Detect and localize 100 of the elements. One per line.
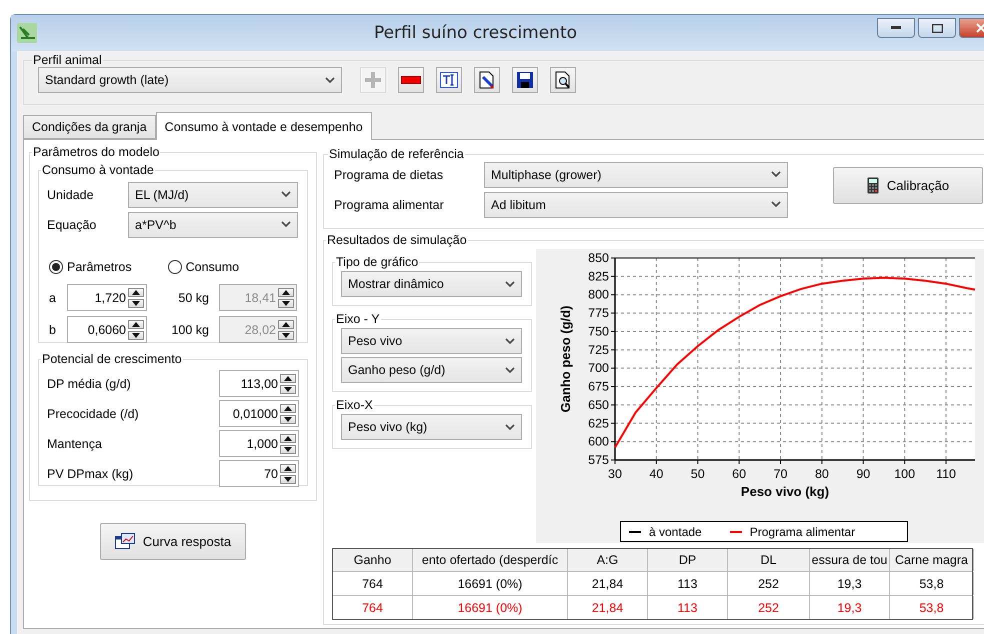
dropdown[interactable]: Ad libitum — [484, 192, 788, 218]
tab[interactable]: Consumo à vontade e desempenho — [156, 112, 372, 140]
group-title: Consumo à vontade — [41, 163, 155, 177]
table-cell: 19,3 — [810, 596, 890, 619]
tick-label: 80 — [814, 467, 829, 481]
plus-icon — [364, 71, 382, 89]
field-label: Equação — [47, 218, 98, 232]
field-label: Mantença — [47, 436, 103, 450]
tick-label: 60 — [732, 467, 746, 481]
app-icon — [17, 23, 37, 43]
tick-label: 600 — [588, 434, 609, 449]
window-title: Perfil suíno crescimento — [372, 23, 578, 43]
field-label: Unidade — [47, 188, 95, 202]
tick-label: 90 — [856, 467, 870, 481]
minus-icon — [401, 76, 421, 84]
close-icon — [976, 23, 984, 33]
tick-label: 725 — [588, 342, 609, 357]
tick-label: 800 — [588, 288, 609, 302]
legend-item: Programa alimentar — [730, 524, 856, 538]
tick-label: 850 — [588, 251, 609, 265]
group-title: Tipo de gráfico — [335, 255, 420, 269]
tick-label: 625 — [588, 416, 609, 430]
group-title: Perfil animal — [32, 53, 103, 67]
field-label: Programa de dietas — [334, 168, 444, 182]
group-title: Eixo-X — [335, 398, 374, 412]
table-cell: 113 — [648, 596, 728, 619]
number-field[interactable]: 113,00 — [219, 370, 299, 397]
tick-label: 30 — [608, 467, 622, 481]
chevron-icon — [325, 76, 335, 84]
text-cursor-icon — [440, 72, 458, 88]
field-label: b — [48, 322, 57, 336]
dropdown[interactable]: Ganho peso (g/d) — [341, 357, 522, 383]
tick-label: 40 — [649, 467, 664, 481]
tick-label: 575 — [588, 453, 609, 467]
tick-label: 750 — [588, 324, 609, 338]
radio-button[interactable]: Consumo — [168, 260, 240, 274]
spin-buttons[interactable] — [128, 320, 144, 340]
tick-label: 650 — [588, 398, 609, 412]
tick-label: 100 — [894, 467, 916, 481]
table-cell: 21,84 — [568, 596, 648, 619]
toolbar-button[interactable] — [436, 67, 462, 93]
legend-item: à vontade — [629, 524, 702, 538]
field-label: 100 kg — [170, 322, 210, 336]
document-pencil-icon — [479, 71, 495, 89]
field-label: a — [48, 290, 57, 304]
radio-button[interactable]: Parâmetros — [49, 260, 132, 274]
group-title: Parâmetros do modelo — [32, 145, 160, 159]
chevron-icon — [505, 366, 515, 374]
spin-buttons[interactable] — [128, 288, 144, 308]
tick-label: 775 — [588, 306, 609, 320]
spin-buttons[interactable] — [280, 434, 296, 454]
field-label: DP média (g/d) — [47, 376, 132, 390]
table-cell: 252 — [728, 596, 810, 619]
dropdown[interactable]: Peso vivo (kg) — [341, 414, 522, 440]
chevron-icon — [505, 424, 515, 430]
maximize-button[interactable] — [918, 18, 956, 38]
spin-buttons[interactable] — [280, 404, 296, 424]
calculator-icon — [866, 177, 879, 194]
axis-title: Peso vivo (kg) — [740, 484, 830, 499]
calibration-button[interactable]: Calibração — [833, 167, 983, 204]
table-cell: 16691 (0%) — [413, 596, 568, 619]
number-field[interactable]: 1,000 — [219, 430, 299, 457]
axis-title: Ganho peso (g/d) — [558, 306, 573, 412]
minimize-icon — [891, 26, 901, 30]
group-title: Resultados de simulação — [326, 233, 468, 247]
minimize-button[interactable] — [877, 18, 915, 38]
dropdown[interactable]: a*PV^b — [128, 212, 298, 238]
toolbar-button[interactable] — [474, 67, 500, 93]
chart-window-icon — [114, 532, 135, 550]
field-label: Precocidade (/d) — [47, 406, 140, 420]
group-title: Potencial de crescimento — [41, 352, 183, 366]
group-title: Simulação de referência — [328, 147, 465, 161]
spin-buttons[interactable] — [280, 374, 296, 394]
magnifier-document-icon — [555, 71, 571, 89]
toolbar-button[interactable] — [550, 67, 576, 93]
number-field[interactable]: 70 — [219, 460, 299, 487]
tick-label: 110 — [936, 467, 956, 481]
tick-label: 675 — [588, 380, 609, 394]
maximize-icon — [932, 24, 942, 32]
field-label: 50 kg — [177, 290, 210, 304]
number-field[interactable]: 0,6060 — [67, 316, 147, 343]
dropdown[interactable]: Multiphase (grower) — [484, 162, 788, 188]
tick-label: 70 — [774, 467, 788, 481]
spin-buttons[interactable] — [280, 464, 296, 484]
dropdown[interactable]: Mostrar dinâmico — [341, 271, 522, 297]
chevron-icon — [771, 201, 781, 208]
dropdown[interactable]: EL (MJ/d) — [128, 182, 298, 208]
tab[interactable]: Condições da granja — [23, 115, 156, 139]
table-cell: 764 — [333, 596, 413, 619]
chevron-icon — [281, 191, 291, 198]
dropdown[interactable]: Peso vivo — [341, 328, 522, 354]
tick-label: 825 — [588, 269, 609, 284]
dropdown[interactable]: Standard growth (late) — [38, 67, 342, 93]
number-field[interactable]: 0,01000 — [219, 400, 299, 427]
toolbar-button[interactable] — [398, 67, 424, 93]
response-curve-button[interactable]: Curva resposta — [100, 523, 246, 560]
number-field[interactable]: 1,720 — [67, 284, 147, 311]
toolbar-button[interactable] — [512, 67, 538, 93]
chevron-icon — [505, 338, 515, 344]
tick-label: 50 — [690, 467, 705, 481]
